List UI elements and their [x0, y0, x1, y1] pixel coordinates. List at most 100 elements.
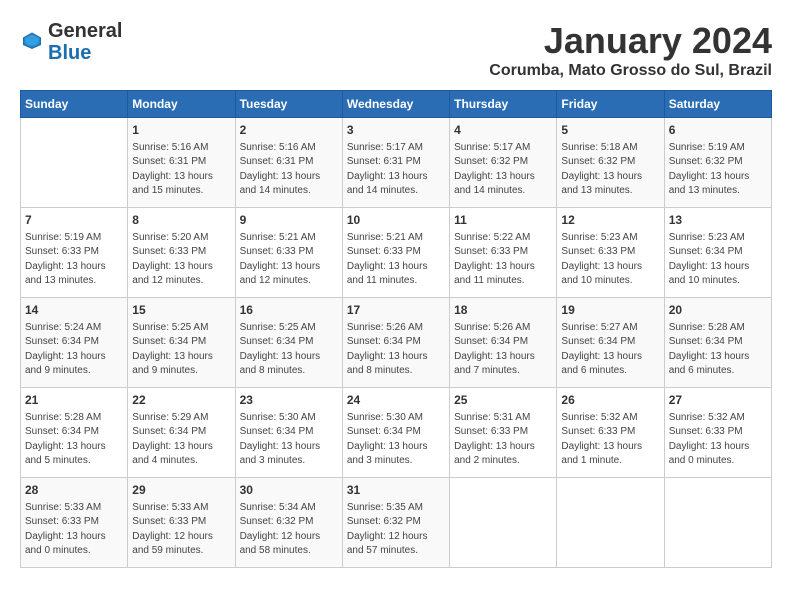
day-info: Sunrise: 5:29 AM Sunset: 6:34 PM Dayligh… [132, 411, 230, 469]
day-info: Sunrise: 5:30 AM Sunset: 6:34 PM Dayligh… [347, 411, 445, 469]
calendar-cell: 27 Sunrise: 5:32 AM Sunset: 6:33 PM Dayli… [664, 388, 771, 478]
day-number: 20 [669, 302, 767, 319]
day-number: 14 [25, 302, 123, 319]
day-info: Sunrise: 5:22 AM Sunset: 6:33 PM Dayligh… [454, 231, 552, 289]
day-info: Sunrise: 5:24 AM Sunset: 6:34 PM Dayligh… [25, 321, 123, 379]
month-title: January 2024 [489, 20, 772, 62]
calendar-cell: 3 Sunrise: 5:17 AM Sunset: 6:31 PM Daylig… [342, 118, 449, 208]
logo-blue-text: Blue [48, 42, 91, 64]
day-info: Sunrise: 5:17 AM Sunset: 6:31 PM Dayligh… [347, 141, 445, 199]
day-number: 6 [669, 122, 767, 139]
location-subtitle: Corumba, Mato Grosso do Sul, Brazil [489, 62, 772, 80]
title-block: January 2024 Corumba, Mato Grosso do Sul… [489, 20, 772, 80]
day-number: 24 [347, 392, 445, 409]
day-info: Sunrise: 5:19 AM Sunset: 6:32 PM Dayligh… [669, 141, 767, 199]
day-info: Sunrise: 5:35 AM Sunset: 6:32 PM Dayligh… [347, 501, 445, 559]
calendar-cell: 12 Sunrise: 5:23 AM Sunset: 6:33 PM Dayli… [557, 208, 664, 298]
calendar-cell: 18 Sunrise: 5:26 AM Sunset: 6:34 PM Dayli… [450, 298, 557, 388]
day-info: Sunrise: 5:25 AM Sunset: 6:34 PM Dayligh… [132, 321, 230, 379]
day-info: Sunrise: 5:23 AM Sunset: 6:33 PM Dayligh… [561, 231, 659, 289]
day-number: 22 [132, 392, 230, 409]
calendar-cell: 23 Sunrise: 5:30 AM Sunset: 6:34 PM Dayli… [235, 388, 342, 478]
day-number: 25 [454, 392, 552, 409]
day-number: 21 [25, 392, 123, 409]
day-number: 8 [132, 212, 230, 229]
calendar-cell: 6 Sunrise: 5:19 AM Sunset: 6:32 PM Daylig… [664, 118, 771, 208]
calendar-cell: 26 Sunrise: 5:32 AM Sunset: 6:33 PM Dayli… [557, 388, 664, 478]
calendar-cell: 21Sunrise: 5:28 AM Sunset: 6:34 PM Dayli… [21, 388, 128, 478]
calendar-cell: 19 Sunrise: 5:27 AM Sunset: 6:34 PM Dayli… [557, 298, 664, 388]
day-info: Sunrise: 5:26 AM Sunset: 6:34 PM Dayligh… [454, 321, 552, 379]
calendar-cell: 5 Sunrise: 5:18 AM Sunset: 6:32 PM Daylig… [557, 118, 664, 208]
day-info: Sunrise: 5:25 AM Sunset: 6:34 PM Dayligh… [240, 321, 338, 379]
day-number: 29 [132, 482, 230, 499]
day-number: 10 [347, 212, 445, 229]
calendar-week-row: 14 Sunrise: 5:24 AM Sunset: 6:34 PM Dayli… [21, 298, 772, 388]
day-info: Sunrise: 5:17 AM Sunset: 6:32 PM Dayligh… [454, 141, 552, 199]
day-info: Sunrise: 5:21 AM Sunset: 6:33 PM Dayligh… [240, 231, 338, 289]
calendar-cell: 15 Sunrise: 5:25 AM Sunset: 6:34 PM Dayli… [128, 298, 235, 388]
day-info: Sunrise: 5:20 AM Sunset: 6:33 PM Dayligh… [132, 231, 230, 289]
calendar-cell: 30 Sunrise: 5:34 AM Sunset: 6:32 PM Dayli… [235, 478, 342, 568]
day-number: 30 [240, 482, 338, 499]
day-info: Sunrise: 5:34 AM Sunset: 6:32 PM Dayligh… [240, 501, 338, 559]
day-info: Sunrise: 5:16 AM Sunset: 6:31 PM Dayligh… [240, 141, 338, 199]
day-info: Sunrise: 5:33 AM Sunset: 6:33 PM Dayligh… [132, 501, 230, 559]
day-number: 27 [669, 392, 767, 409]
calendar-cell [21, 118, 128, 208]
day-info: Sunrise: 5:28 AM Sunset: 6:34 PM Dayligh… [669, 321, 767, 379]
calendar-cell: 2Sunrise: 5:16 AM Sunset: 6:31 PM Daylig… [235, 118, 342, 208]
day-number: 3 [347, 122, 445, 139]
calendar-week-row: 28 Sunrise: 5:33 AM Sunset: 6:33 PM Dayli… [21, 478, 772, 568]
day-number: 12 [561, 212, 659, 229]
calendar-cell: 28 Sunrise: 5:33 AM Sunset: 6:33 PM Dayli… [21, 478, 128, 568]
weekday-header: Friday [557, 91, 664, 118]
calendar-cell [450, 478, 557, 568]
calendar-cell [664, 478, 771, 568]
calendar-cell: 10 Sunrise: 5:21 AM Sunset: 6:33 PM Dayli… [342, 208, 449, 298]
calendar-table: SundayMondayTuesdayWednesdayThursdayFrid… [20, 90, 772, 568]
weekday-header: Monday [128, 91, 235, 118]
calendar-week-row: 21Sunrise: 5:28 AM Sunset: 6:34 PM Dayli… [21, 388, 772, 478]
day-number: 18 [454, 302, 552, 319]
day-info: Sunrise: 5:30 AM Sunset: 6:34 PM Dayligh… [240, 411, 338, 469]
weekday-header: Wednesday [342, 91, 449, 118]
day-info: Sunrise: 5:23 AM Sunset: 6:34 PM Dayligh… [669, 231, 767, 289]
calendar-cell: 17Sunrise: 5:26 AM Sunset: 6:34 PM Dayli… [342, 298, 449, 388]
calendar-cell: 22 Sunrise: 5:29 AM Sunset: 6:34 PM Dayli… [128, 388, 235, 478]
calendar-cell: 29 Sunrise: 5:33 AM Sunset: 6:33 PM Dayli… [128, 478, 235, 568]
day-info: Sunrise: 5:27 AM Sunset: 6:34 PM Dayligh… [561, 321, 659, 379]
day-info: Sunrise: 5:21 AM Sunset: 6:33 PM Dayligh… [347, 231, 445, 289]
calendar-week-row: 1Sunrise: 5:16 AM Sunset: 6:31 PM Daylig… [21, 118, 772, 208]
weekday-header: Tuesday [235, 91, 342, 118]
day-number: 15 [132, 302, 230, 319]
day-info: Sunrise: 5:32 AM Sunset: 6:33 PM Dayligh… [561, 411, 659, 469]
calendar-cell: 16 Sunrise: 5:25 AM Sunset: 6:34 PM Dayli… [235, 298, 342, 388]
day-number: 4 [454, 122, 552, 139]
day-info: Sunrise: 5:32 AM Sunset: 6:33 PM Dayligh… [669, 411, 767, 469]
day-info: Sunrise: 5:18 AM Sunset: 6:32 PM Dayligh… [561, 141, 659, 199]
day-number: 28 [25, 482, 123, 499]
calendar-header-row: SundayMondayTuesdayWednesdayThursdayFrid… [21, 91, 772, 118]
calendar-cell: 8 Sunrise: 5:20 AM Sunset: 6:33 PM Daylig… [128, 208, 235, 298]
calendar-week-row: 7 Sunrise: 5:19 AM Sunset: 6:33 PM Daylig… [21, 208, 772, 298]
day-number: 19 [561, 302, 659, 319]
weekday-header: Thursday [450, 91, 557, 118]
day-info: Sunrise: 5:19 AM Sunset: 6:33 PM Dayligh… [25, 231, 123, 289]
day-number: 31 [347, 482, 445, 499]
calendar-cell: 24 Sunrise: 5:30 AM Sunset: 6:34 PM Dayli… [342, 388, 449, 478]
day-number: 16 [240, 302, 338, 319]
day-info: Sunrise: 5:33 AM Sunset: 6:33 PM Dayligh… [25, 501, 123, 559]
day-number: 23 [240, 392, 338, 409]
day-number: 26 [561, 392, 659, 409]
calendar-cell: 13 Sunrise: 5:23 AM Sunset: 6:34 PM Dayli… [664, 208, 771, 298]
calendar-cell: 25Sunrise: 5:31 AM Sunset: 6:33 PM Dayli… [450, 388, 557, 478]
logo-icon [22, 30, 42, 50]
day-number: 13 [669, 212, 767, 229]
logo: General Blue [20, 20, 122, 64]
day-number: 11 [454, 212, 552, 229]
day-number: 7 [25, 212, 123, 229]
day-number: 5 [561, 122, 659, 139]
day-info: Sunrise: 5:26 AM Sunset: 6:34 PM Dayligh… [347, 321, 445, 379]
calendar-cell [557, 478, 664, 568]
